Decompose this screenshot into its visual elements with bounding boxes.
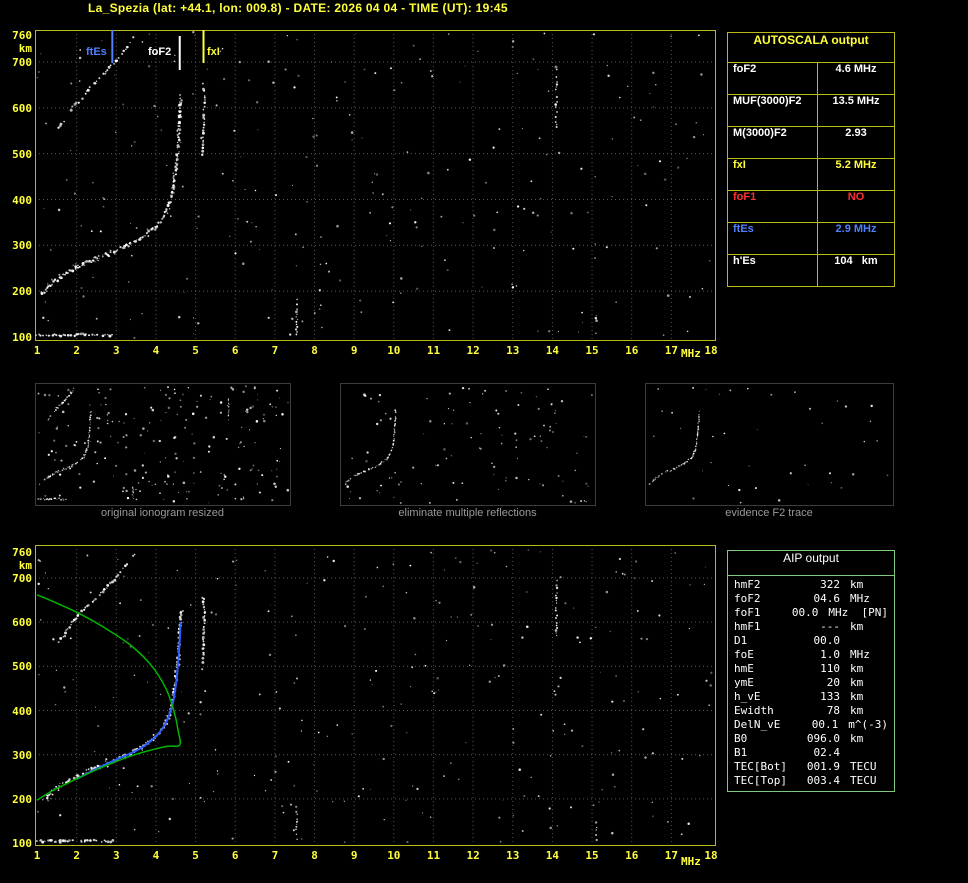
aip-row-foF2: foF2 04.6 MHz (728, 592, 894, 606)
profile-x-axis-unit-label: MHz (681, 855, 701, 868)
thumbnail-caption-eliminate: eliminate multiple reflections (398, 507, 537, 519)
autoscala-row-MUF(3000)F2: MUF(3000)F2 13.5 MHz (728, 95, 894, 127)
aip-param-unit: m^(-3) (848, 718, 888, 731)
foF2-marker-label: foF2 (148, 46, 172, 58)
fxI-marker-label: fxI (207, 46, 220, 58)
aip-param-label: B0 (734, 732, 748, 745)
aip-row-h_vE: h_vE 133 km (728, 690, 894, 704)
aip-param-value: --- (820, 620, 840, 633)
aip-param-label: DelN_vE (734, 718, 781, 731)
autoscala-row-ftEs: ftEs 2.9 MHz (728, 223, 894, 255)
autoscala-param-value: 2.93 (845, 127, 867, 139)
aip-row-B0: B0 096.0 km (728, 732, 894, 746)
autoscala-param-value: 4.6 MHz (835, 63, 877, 75)
aip-param-label: B1 (734, 746, 748, 759)
aip-table: hmF2 322 km foF2 04.6 MHz foF1 00.0 MHz [PN] hmF1… (728, 576, 894, 788)
aip-param-value: 00.0 (791, 606, 819, 619)
aip-param-unit (840, 634, 888, 648)
aip-param-unit: km (850, 704, 864, 717)
autoscala-app-window: La_Spezia (lat: +44.1, lon: 009.8) - DAT… (0, 0, 968, 883)
autoscala-param-value: NO (847, 191, 865, 203)
thumbnail-caption-original: original ionogram resized (101, 507, 224, 519)
aip-param-unit: km (850, 732, 864, 745)
autoscala-row-h'Es: h'Es 104 km (728, 255, 894, 286)
aip-param-unit: km (850, 662, 864, 675)
aip-param-label: Ewidth (734, 704, 774, 717)
autoscala-param-value: 104 km (834, 255, 878, 267)
aip-param-value: 20 (826, 676, 840, 689)
aip-param-value: 00.0 (813, 634, 841, 647)
aip-param-value: 322 (820, 578, 840, 591)
aip-param-value: 78 (826, 704, 840, 717)
autoscala-param-label: fxI (728, 159, 818, 190)
aip-param-value: 001.9 (806, 760, 840, 773)
aip-param-label: D1 (734, 634, 748, 647)
aip-param-value: 110 (820, 662, 840, 675)
aip-param-label: ymE (734, 676, 754, 689)
autoscala-param-value: 2.9 MHz (835, 223, 877, 235)
aip-param-unit: km (850, 690, 864, 703)
aip-param-unit: TECU (850, 774, 877, 787)
aip-param-label: TEC[Bot] (734, 760, 787, 773)
aip-param-label: foF1 (734, 606, 761, 619)
aip-row-hmE: hmE 110 km (728, 662, 894, 676)
aip-param-value: 02.4 (813, 746, 841, 759)
aip-row-TEC[Bot]: TEC[Bot] 001.9 TECU (728, 760, 894, 774)
aip-row-Ewidth: Ewidth 78 km (728, 704, 894, 718)
autoscala-param-value: 13.5 MHz (832, 95, 880, 107)
ftEs-marker-label: ftEs (86, 46, 107, 58)
aip-param-label: hmF2 (734, 578, 761, 591)
aip-param-unit: MHz (850, 592, 870, 605)
aip-param-unit: MHz (850, 648, 870, 661)
autoscala-param-label: ftEs (728, 223, 818, 254)
autoscala-row-fxI: fxI 5.2 MHz (728, 159, 894, 191)
autoscala-panel-title: AUTOSCALA output (728, 33, 894, 63)
aip-row-hmF1: hmF1 --- km (728, 620, 894, 634)
thumbnail-caption-evidence: evidence F2 trace (725, 507, 813, 519)
aip-param-value: 003.4 (806, 774, 840, 787)
aip-row-ymE: ymE 20 km (728, 676, 894, 690)
aip-row-B1: B1 02.4 (728, 746, 894, 760)
station-date-header: La_Spezia (lat: +44.1, lon: 009.8) - DAT… (88, 1, 508, 15)
aip-param-value: 133 (820, 690, 840, 703)
aip-param-value: 096.0 (806, 732, 840, 745)
aip-param-label: foF2 (734, 592, 761, 605)
aip-panel-title: AIP output (728, 551, 894, 576)
aip-row-D1: D1 00.0 (728, 634, 894, 648)
aip-param-unit (840, 746, 888, 760)
aip-param-label: TEC[Top] (734, 774, 787, 787)
autoscala-output-panel: AUTOSCALA output foF2 4.6 MHz MUF(3000)F2 1… (727, 32, 895, 287)
autoscala-param-label: h'Es (728, 255, 818, 286)
autoscala-param-label: foF1 (728, 191, 818, 222)
aip-row-DelN_vE: DelN_vE 00.1 m^(-3) (728, 718, 894, 732)
aip-param-unit: km (850, 578, 864, 591)
autoscala-param-label: MUF(3000)F2 (728, 95, 818, 126)
aip-param-value: 1.0 (820, 648, 840, 661)
autoscala-param-label: M(3000)F2 (728, 127, 818, 158)
aip-param-label: hmE (734, 662, 754, 675)
autoscala-row-foF1: foF1 NO (728, 191, 894, 223)
aip-row-hmF2: hmF2 322 km (728, 578, 894, 592)
autoscala-table: foF2 4.6 MHz MUF(3000)F2 13.5 MHz M(3000)F2 2… (728, 63, 894, 286)
aip-row-foE: foE 1.0 MHz (728, 648, 894, 662)
aip-param-unit: km (850, 676, 864, 689)
main-x-axis-unit-label: MHz (681, 347, 701, 360)
aip-param-value: 04.6 (813, 592, 841, 605)
autoscala-row-foF2: foF2 4.6 MHz (728, 63, 894, 95)
aip-row-foF1: foF1 00.0 MHz [PN] (728, 606, 894, 620)
aip-param-unit: MHz [PN] (828, 606, 888, 619)
aip-param-label: hmF1 (734, 620, 761, 633)
aip-param-unit: km (850, 620, 864, 633)
aip-param-unit: TECU (850, 760, 877, 773)
aip-output-panel: AIP output hmF2 322 km foF2 04.6 MHz foF1 00.0 M… (727, 550, 895, 792)
aip-param-label: h_vE (734, 690, 761, 703)
aip-row-TEC[Top]: TEC[Top] 003.4 TECU (728, 774, 894, 788)
aip-param-label: foE (734, 648, 754, 661)
aip-param-value: 00.1 (811, 718, 839, 731)
autoscala-param-value: 5.2 MHz (835, 159, 877, 171)
autoscala-row-M(3000)F2: M(3000)F2 2.93 (728, 127, 894, 159)
autoscala-param-label: foF2 (728, 63, 818, 94)
